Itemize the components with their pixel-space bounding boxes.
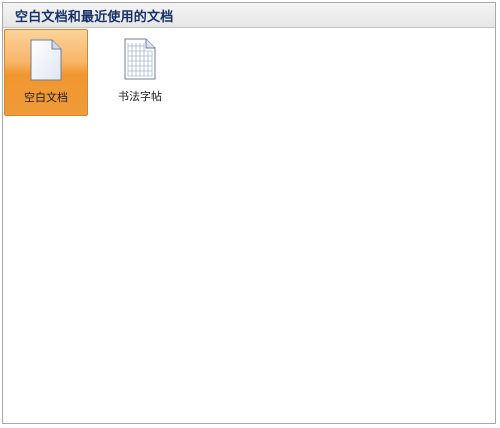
document-grid: 空白文档 书法字帖 bbox=[3, 28, 495, 423]
blank-document-icon bbox=[30, 39, 62, 81]
calligraphy-template-label: 书法字帖 bbox=[118, 90, 162, 103]
blank-document-label: 空白文档 bbox=[24, 91, 68, 104]
gallery-header: 空白文档和最近使用的文档 bbox=[3, 3, 495, 28]
gallery-title: 空白文档和最近使用的文档 bbox=[15, 9, 174, 25]
calligraphy-grid-document-icon bbox=[124, 38, 156, 80]
document-gallery-panel: 空白文档和最近使用的文档 空白文档 书法字帖 bbox=[2, 2, 496, 424]
calligraphy-template-tile[interactable]: 书法字帖 bbox=[98, 29, 182, 116]
blank-document-tile[interactable]: 空白文档 bbox=[4, 29, 88, 116]
